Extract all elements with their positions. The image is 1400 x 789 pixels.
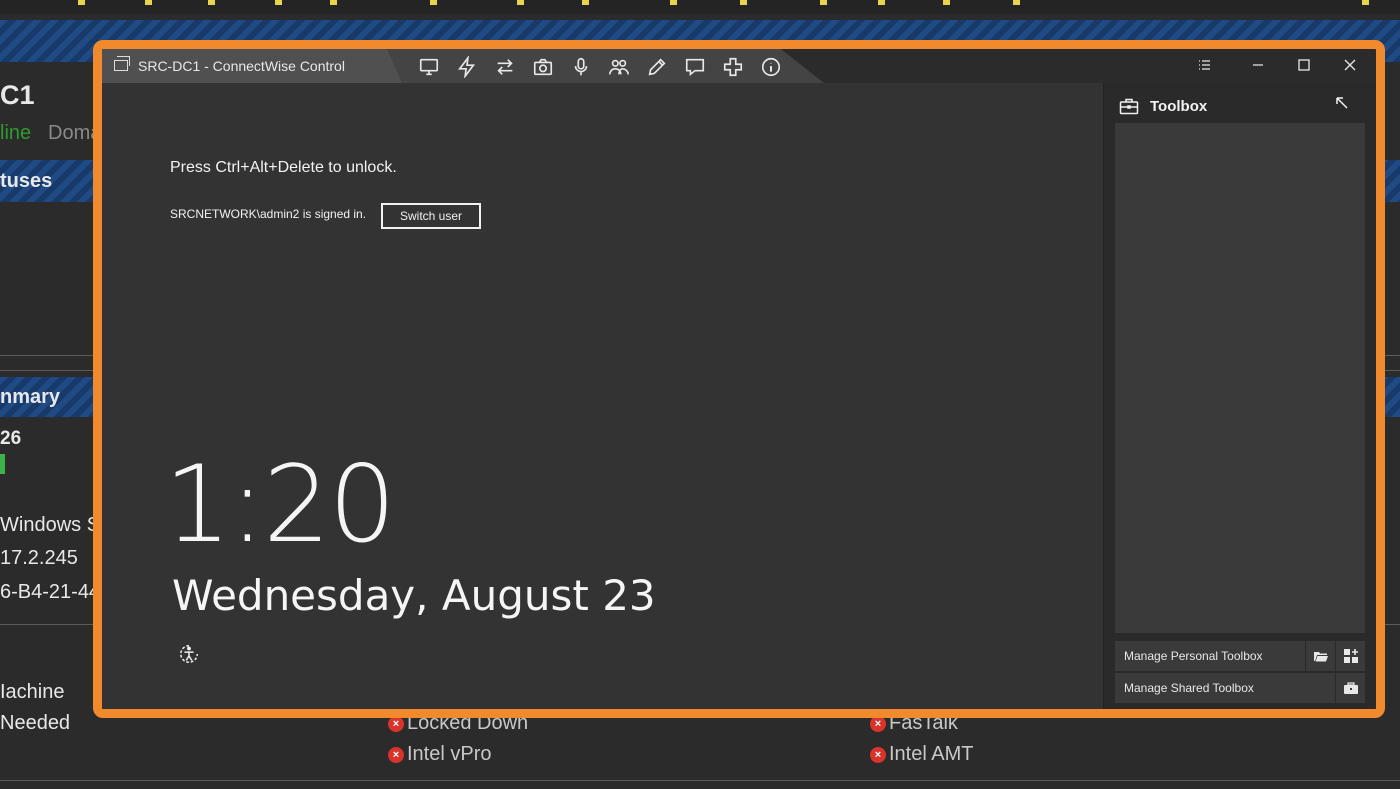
toolbox-panel: Toolbox Manage Personal Toolbox Manage S… (1103, 83, 1376, 709)
camera-icon[interactable] (532, 56, 554, 78)
summary-count: 26 (0, 428, 22, 449)
transfer-icon[interactable] (494, 56, 516, 78)
manage-personal-toolbox-row[interactable]: Manage Personal Toolbox (1115, 641, 1365, 671)
add-tool-icon[interactable] (1335, 641, 1365, 671)
signed-in-user: SRCNETWORK\admin2 is signed in. (170, 207, 367, 221)
collapse-arrow-icon[interactable] (1334, 95, 1350, 111)
remote-session-window[interactable]: SRC-DC1 - ConnectWise Control Press Ctrl… (93, 40, 1385, 718)
bookmarks-bar (0, 0, 1400, 14)
lock-date: Wednesday, August 23 (172, 571, 656, 620)
error-icon: × (388, 746, 404, 763)
chat-icon[interactable] (684, 56, 706, 78)
maximize-icon[interactable] (1296, 57, 1312, 73)
error-icon: × (388, 715, 404, 732)
toolbox-icon (1119, 97, 1139, 115)
remote-screen[interactable]: Press Ctrl+Alt+Delete to unlock. SRCNETW… (102, 83, 1102, 709)
toolbox-header: Toolbox (1104, 83, 1376, 123)
mac-value: 6-B4-21-44 (0, 581, 101, 603)
online-status: line (0, 122, 32, 144)
window-title: SRC-DC1 - ConnectWise Control (138, 58, 345, 74)
device-heading: C1 (0, 80, 35, 110)
users-icon[interactable] (608, 56, 630, 78)
info-icon[interactable] (760, 56, 782, 78)
lock-clock: 1:20 (164, 443, 396, 566)
ease-of-access-icon[interactable] (178, 643, 200, 665)
summary-heading: nmary (0, 386, 61, 408)
lightning-icon[interactable] (456, 54, 478, 80)
toolbox-title: Toolbox (1150, 98, 1208, 115)
shared-toolbox-icon[interactable] (1335, 673, 1365, 703)
microphone-icon[interactable] (570, 56, 592, 78)
switch-user-button[interactable]: Switch user (381, 203, 481, 229)
title-bar[interactable]: SRC-DC1 - ConnectWise Control (102, 49, 1376, 83)
pen-icon[interactable] (646, 56, 668, 78)
minimize-icon[interactable] (1250, 57, 1266, 73)
unlock-instruction: Press Ctrl+Alt+Delete to unlock. (170, 159, 397, 176)
os-value: Windows S (0, 514, 101, 536)
toolbox-list[interactable] (1115, 123, 1365, 633)
plus-icon[interactable] (722, 56, 744, 78)
machine-label: Iachine (0, 681, 65, 703)
check-intel-vpro: × Intel vPro (388, 743, 491, 766)
progress-bar (0, 454, 5, 474)
manage-shared-toolbox-row[interactable]: Manage Shared Toolbox (1115, 673, 1365, 703)
manage-personal-toolbox-label: Manage Personal Toolbox (1124, 649, 1263, 663)
manage-shared-toolbox-label: Manage Shared Toolbox (1124, 681, 1254, 695)
screen-icon[interactable] (418, 56, 440, 78)
check-intel-amt: × Intel AMT (870, 743, 973, 766)
version-value: 17.2.245 (0, 547, 78, 569)
window-icon (114, 56, 130, 71)
list-icon[interactable] (1196, 57, 1212, 73)
statuses-heading: tuses (0, 170, 53, 192)
error-icon: × (870, 746, 886, 763)
needed-label: Needed (0, 712, 71, 734)
error-icon: × (870, 715, 886, 732)
folder-open-icon[interactable] (1305, 641, 1335, 671)
close-icon[interactable] (1342, 57, 1358, 73)
